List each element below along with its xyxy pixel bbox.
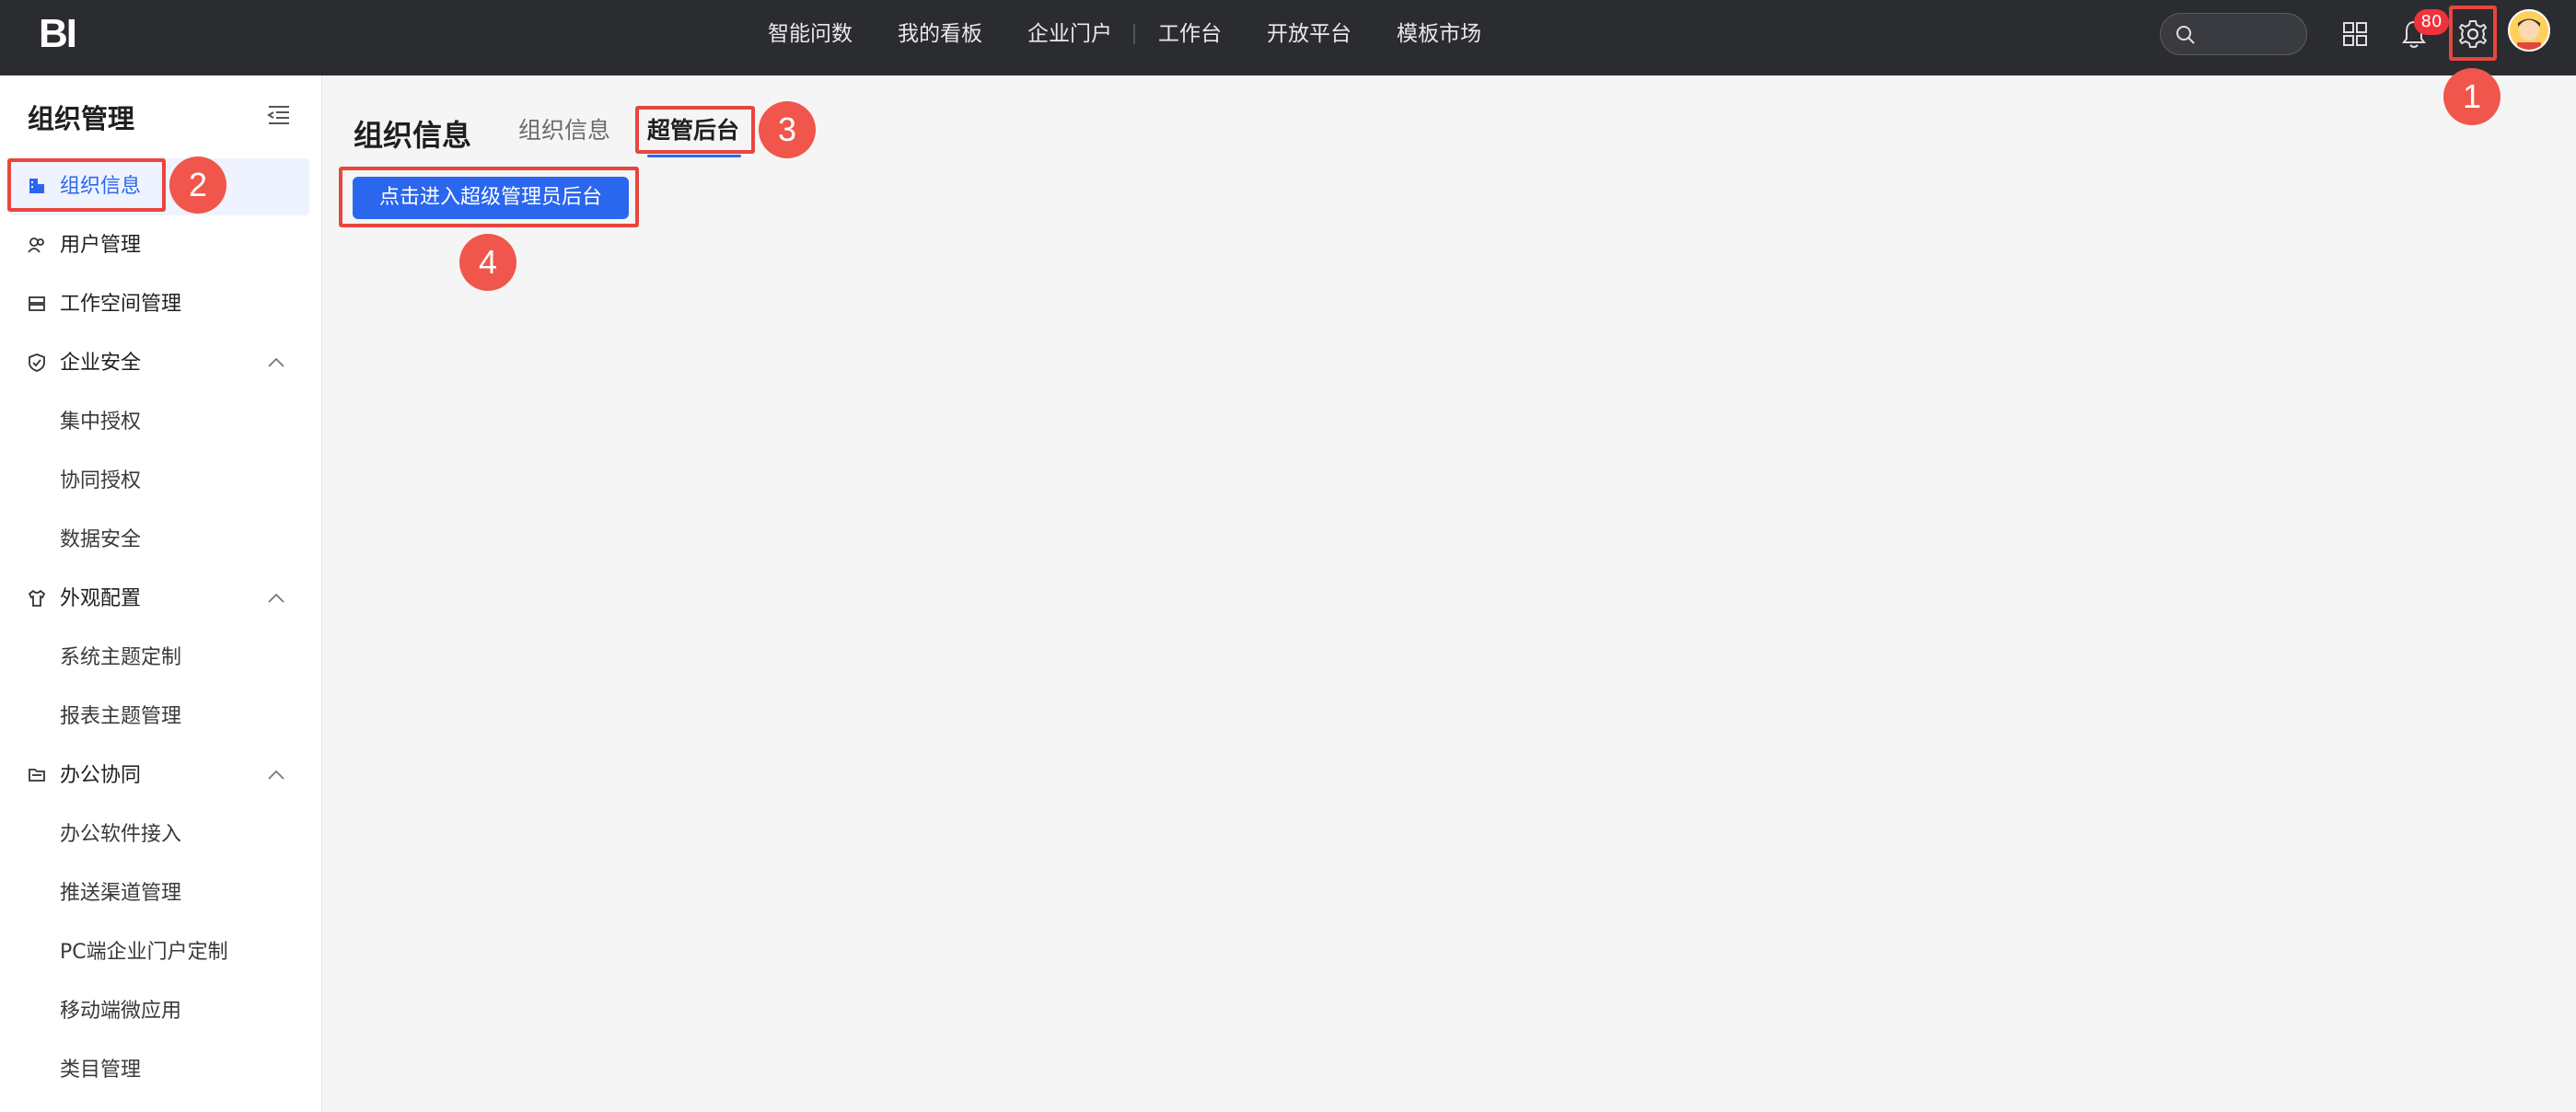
nav-item-smart-query[interactable]: 智能问数 bbox=[768, 20, 853, 48]
sidebar-item-label: 报表主题管理 bbox=[60, 705, 182, 728]
sidebar-item-workspace-management[interactable]: 工作空间管理 bbox=[9, 276, 309, 333]
chevron-up-icon[interactable] bbox=[267, 593, 285, 604]
search-input[interactable] bbox=[2160, 13, 2307, 55]
sidebar-item-label: 数据安全 bbox=[60, 528, 142, 551]
search-icon bbox=[2176, 26, 2195, 44]
sidebar-item-appearance-config[interactable]: 外观配置 bbox=[9, 571, 309, 628]
sidebar-item-mobile-micro-app[interactable]: 移动端微应用 bbox=[9, 983, 309, 1040]
apps-grid-icon[interactable] bbox=[2342, 21, 2368, 47]
annotation-marker-4: 4 bbox=[459, 234, 516, 291]
annotation-highlight-super-admin-tab bbox=[635, 106, 755, 154]
nav-item-open-platform[interactable]: 开放平台 bbox=[1267, 20, 1352, 48]
sidebar-item-label: 外观配置 bbox=[60, 587, 142, 610]
top-bar: BI 智能问数 我的看板 企业门户 工作台 开放平台 模板市场 80 bbox=[0, 0, 2576, 75]
chevron-up-icon[interactable] bbox=[267, 357, 285, 368]
avatar-face-icon bbox=[2510, 11, 2548, 50]
avatar[interactable] bbox=[2508, 9, 2550, 52]
sidebar-item-enterprise-security[interactable]: 企业安全 bbox=[9, 335, 309, 392]
annotation-marker-3: 3 bbox=[759, 101, 816, 158]
sidebar-item-office-software[interactable]: 办公软件接入 bbox=[9, 806, 309, 863]
sidebar-item-data-security[interactable]: 数据安全 bbox=[9, 512, 309, 569]
sidebar-item-system-theme[interactable]: 系统主题定制 bbox=[9, 630, 309, 687]
sidebar-title: 组织管理 bbox=[28, 103, 135, 134]
workspace-icon bbox=[29, 296, 45, 311]
tab-org-info[interactable]: 组织信息 bbox=[518, 116, 610, 145]
sidebar-item-label: 办公软件接入 bbox=[60, 823, 182, 846]
sidebar-item-label: 协同授权 bbox=[60, 469, 142, 492]
annotation-marker-1: 1 bbox=[2443, 68, 2501, 125]
collapse-sidebar-icon[interactable] bbox=[267, 105, 291, 125]
shield-icon bbox=[29, 353, 45, 372]
active-tab-indicator bbox=[647, 155, 741, 157]
notification-badge: 80 bbox=[2414, 9, 2449, 35]
sidebar-item-label: 类目管理 bbox=[60, 1059, 142, 1082]
sidebar-item-label: 工作空间管理 bbox=[60, 293, 182, 316]
annotation-highlight-enter-button bbox=[339, 167, 639, 227]
sidebar-item-central-authorization[interactable]: 集中授权 bbox=[9, 394, 309, 451]
annotation-highlight-settings bbox=[2449, 6, 2497, 61]
sidebar-item-collaborative-authorization[interactable]: 协同授权 bbox=[9, 453, 309, 510]
sidebar-item-push-channel[interactable]: 推送渠道管理 bbox=[9, 865, 309, 922]
nav-item-my-dashboards[interactable]: 我的看板 bbox=[898, 20, 982, 48]
chevron-up-icon[interactable] bbox=[267, 770, 285, 781]
sidebar-item-report-theme[interactable]: 报表主题管理 bbox=[9, 689, 309, 746]
sidebar-item-label: PC端企业门户定制 bbox=[60, 941, 228, 964]
sidebar-item-user-management[interactable]: 用户管理 bbox=[9, 217, 309, 274]
sidebar-item-label: 企业安全 bbox=[60, 352, 142, 375]
sidebar: 组织管理 组织信息 用户管理 工作空间管理 企业安全 集中授权 协同授权 数据安… bbox=[0, 75, 322, 1112]
nav-divider bbox=[1133, 24, 1135, 44]
sidebar-item-label: 推送渠道管理 bbox=[60, 882, 182, 905]
sidebar-item-category-management[interactable]: 类目管理 bbox=[9, 1042, 309, 1099]
shirt-icon bbox=[28, 589, 46, 607]
sidebar-item-office-collaboration[interactable]: 办公协同 bbox=[9, 747, 309, 805]
sidebar-item-label: 系统主题定制 bbox=[60, 646, 182, 669]
sidebar-item-label: 办公协同 bbox=[60, 764, 142, 787]
sidebar-item-pc-portal[interactable]: PC端企业门户定制 bbox=[9, 924, 309, 981]
folder-icon bbox=[29, 769, 45, 782]
nav-item-template-market[interactable]: 模板市场 bbox=[1397, 20, 1481, 48]
sidebar-item-label: 集中授权 bbox=[60, 411, 142, 434]
page-title: 组织信息 bbox=[354, 118, 472, 153]
users-icon bbox=[28, 237, 44, 253]
nav-item-enterprise-portal[interactable]: 企业门户 bbox=[1027, 20, 1112, 48]
nav-item-workbench[interactable]: 工作台 bbox=[1158, 20, 1222, 48]
annotation-marker-2: 2 bbox=[169, 156, 226, 214]
sidebar-item-label: 用户管理 bbox=[60, 234, 142, 257]
annotation-highlight-org-info bbox=[7, 158, 166, 212]
sidebar-item-label: 移动端微应用 bbox=[60, 1000, 182, 1023]
